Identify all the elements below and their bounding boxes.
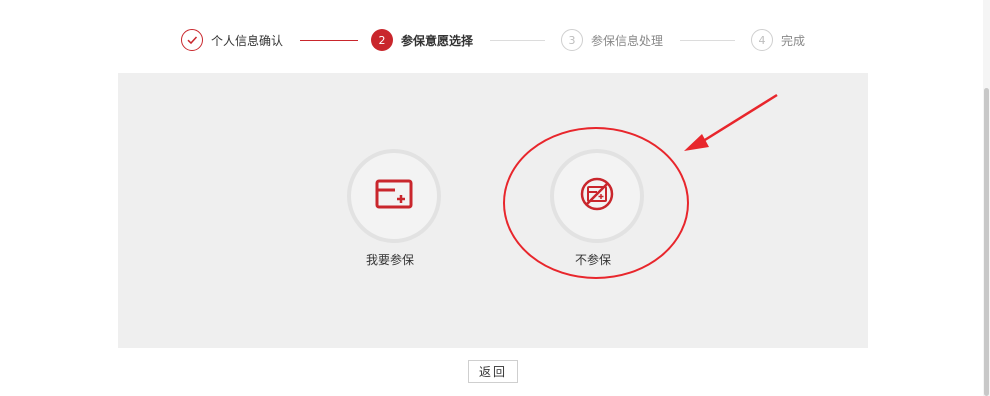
- insure-card-icon: [375, 179, 413, 213]
- scrollbar[interactable]: [983, 0, 990, 396]
- back-button[interactable]: 返回: [468, 360, 518, 383]
- check-icon: [181, 29, 203, 51]
- option-insure-ring[interactable]: [347, 149, 441, 243]
- step-3-label: 参保信息处理: [591, 33, 664, 48]
- step-1: 个人信息确认: [181, 26, 283, 54]
- step-4-label: 完成: [781, 33, 806, 48]
- header-cropped-title: ▔▔ ▔▔▔: [0, 0, 990, 6]
- step-1-label: 个人信息确认: [211, 33, 284, 48]
- option-no-insure-ring[interactable]: [550, 149, 644, 243]
- scrollbar-thumb[interactable]: [984, 88, 989, 396]
- option-no-insure[interactable]: 不参保: [533, 149, 653, 289]
- step-connector: [490, 40, 545, 41]
- step-3: 3 参保信息处理: [561, 26, 663, 54]
- step-2: 2 参保意愿选择: [371, 26, 473, 54]
- step-connector: [300, 40, 358, 41]
- choice-panel: 我要参保 不参保: [118, 73, 868, 348]
- option-insure-label[interactable]: 我要参保: [330, 251, 450, 268]
- step-3-number: 3: [561, 29, 583, 51]
- no-insure-icon: [578, 175, 616, 217]
- progress-stepper: 个人信息确认 2 参保意愿选择 3 参保信息处理 4 完成: [0, 26, 990, 54]
- step-4-number: 4: [751, 29, 773, 51]
- step-2-label: 参保意愿选择: [401, 33, 474, 48]
- option-no-insure-label[interactable]: 不参保: [533, 251, 653, 268]
- step-connector: [680, 40, 735, 41]
- step-4: 4 完成: [751, 26, 805, 54]
- option-insure[interactable]: 我要参保: [330, 149, 450, 289]
- step-2-number: 2: [371, 29, 393, 51]
